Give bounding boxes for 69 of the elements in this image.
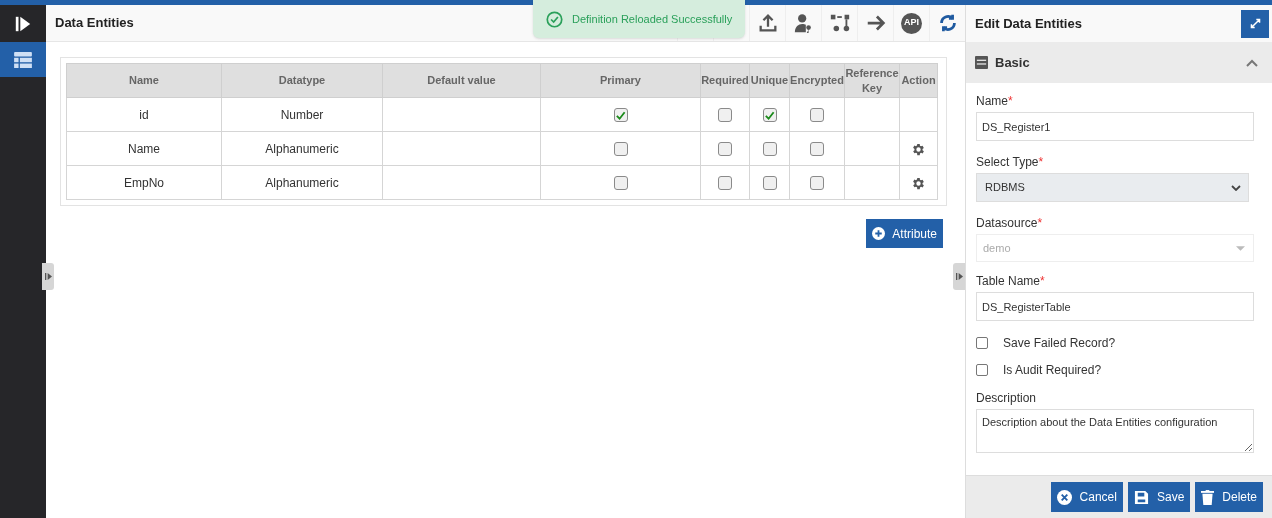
column-header: Default value — [382, 63, 541, 98]
field-label: Select Type* — [976, 155, 1045, 170]
gear-icon[interactable] — [911, 175, 926, 191]
checkbox-label: Is Audit Required? — [1003, 362, 1102, 379]
page-title: Data Entities — [55, 14, 134, 33]
expand-icon — [44, 273, 52, 280]
chevron-icon — [1246, 58, 1258, 67]
checkbox[interactable] — [613, 108, 628, 123]
api-button[interactable]: API — [901, 12, 922, 34]
column-header: Primary — [540, 63, 701, 98]
table-cell: EmpNo — [66, 165, 222, 200]
column-header: Required — [700, 63, 750, 98]
checkbox[interactable] — [810, 142, 824, 157]
expand-button[interactable] — [1241, 9, 1269, 38]
table-cell: Alphanumeric — [221, 131, 383, 166]
expand-arrows-icon — [1248, 17, 1262, 30]
checkbox[interactable] — [762, 108, 777, 123]
checkbox[interactable] — [976, 337, 988, 349]
collapse-handle[interactable] — [42, 263, 54, 290]
column-header: Encrypted — [789, 63, 845, 98]
plus-circle-icon — [872, 227, 886, 240]
footer-button[interactable]: Delete — [1195, 482, 1263, 512]
close-icon — [1056, 489, 1072, 505]
checkbox[interactable] — [762, 176, 777, 191]
checkbox-label: Save Failed Record? — [1003, 335, 1116, 352]
footer-button[interactable]: Save — [1127, 482, 1191, 512]
description-field[interactable]: Description about the Data Entities configuration — [976, 409, 1254, 453]
add-attribute-button[interactable]: Attribute — [866, 219, 943, 248]
gear-icon[interactable] — [911, 141, 926, 157]
section-header[interactable]: Basic — [966, 42, 1272, 83]
checkbox[interactable] — [810, 176, 824, 191]
field-label: Description — [976, 391, 1038, 406]
diagram-icon[interactable] — [828, 12, 851, 34]
toast-message: Definition Reloaded Successfully — [572, 11, 733, 27]
sidebar-item[interactable] — [0, 42, 46, 77]
checkbox[interactable] — [613, 142, 628, 157]
table-cell: Number — [221, 97, 383, 132]
column-header: Unique — [749, 63, 790, 98]
check-circle-icon — [546, 10, 563, 28]
trash-icon — [1201, 489, 1215, 505]
checkbox[interactable] — [810, 108, 824, 123]
select-field[interactable]: RDBMS — [976, 173, 1249, 202]
checkbox[interactable] — [976, 364, 988, 376]
table-cell: Alphanumeric — [221, 165, 383, 200]
table-cell: id — [66, 97, 222, 132]
table-cell: Name — [66, 131, 222, 166]
column-header: Reference Key — [844, 63, 900, 98]
panel-title: Edit Data Entities — [975, 14, 1082, 33]
column-header: Name — [66, 63, 222, 98]
chevron-down-icon — [1231, 184, 1241, 191]
footer-button[interactable]: Cancel — [1050, 482, 1123, 512]
checkbox[interactable] — [718, 142, 732, 157]
field-label: Datasource* — [976, 216, 1044, 231]
table-icon — [14, 51, 32, 68]
form-icon — [975, 56, 988, 69]
column-header: Action — [899, 63, 938, 98]
field-label: Table Name* — [976, 274, 1046, 289]
checkbox[interactable] — [718, 108, 732, 123]
checkbox[interactable] — [613, 176, 628, 191]
text-field[interactable]: DS_Register1 — [976, 112, 1254, 141]
collapse-handle[interactable] — [953, 263, 965, 290]
field-label: Name* — [976, 94, 1014, 109]
checkbox[interactable] — [762, 142, 777, 157]
checkbox[interactable] — [718, 176, 732, 191]
expand-icon — [955, 273, 963, 280]
caret-down-icon — [1236, 245, 1245, 251]
column-header: Datatype — [221, 63, 383, 98]
text-field[interactable]: DS_RegisterTable — [976, 292, 1254, 321]
play-icon[interactable] — [14, 14, 32, 33]
